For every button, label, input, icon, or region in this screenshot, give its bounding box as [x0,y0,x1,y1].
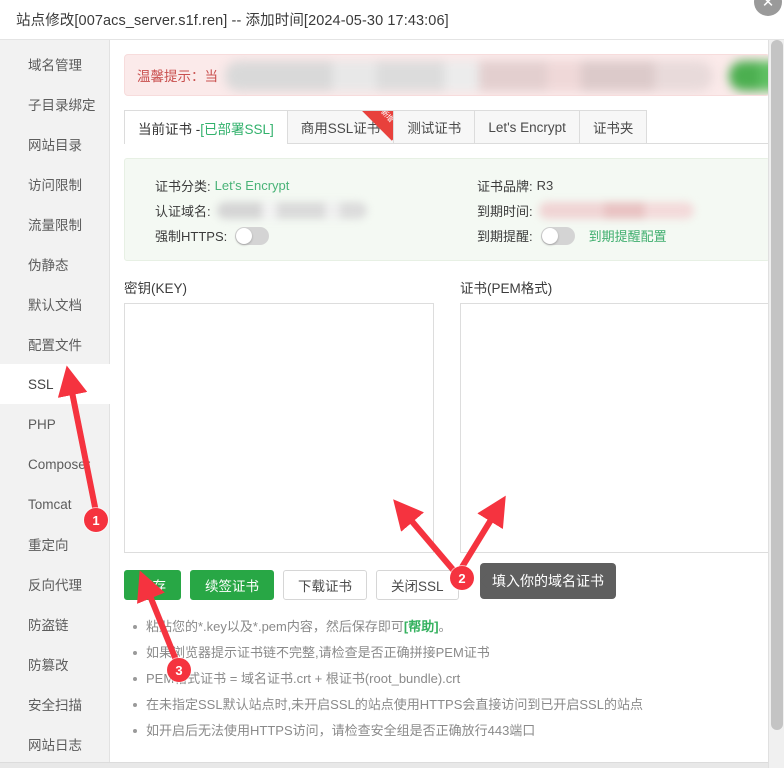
help-notes-list: 粘贴您的*.key以及*.pem内容，然后保存即可[帮助]。 如果浏览器提示证书… [124,614,770,744]
renew-cert-button[interactable]: 续签证书 [190,570,274,600]
force-https-row: 强制HTTPS: [155,223,447,248]
tab-test-cert[interactable]: 测试证书 [393,110,476,143]
sidebar-item-composer[interactable]: Composer [0,444,109,484]
tab-test-cert-label: 测试证书 [407,121,462,136]
save-button[interactable]: 保存 [124,570,181,600]
cert-expire-row: 到期时间: [477,198,769,223]
note-text: 如开启后无法使用HTTPS访问，请检查安全组是否正确放行443端口 [146,723,536,738]
cert-domain-label: 认证域名: [155,204,211,219]
alert-redacted-badge [729,61,769,91]
note-text: PEM格式证书 = 域名证书.crt + 根证书(root_bundle).cr… [146,671,461,686]
sidebar-item-tomcat[interactable]: Tomcat [0,484,109,524]
cert-expire-value-redacted [538,202,694,219]
certificate-info-right: 证书品牌: R3 到期时间: 到期提醒: 到期提醒配置 [447,173,769,248]
sidebar-item-webdir[interactable]: 网站目录 [0,124,109,164]
tab-commercial-ssl-label: 商用SSL证书 [300,121,381,136]
tab-commercial-ssl[interactable]: 商用SSL证书 新增 [286,110,395,143]
toggle-knob-icon [236,227,253,244]
sidebar-item-php[interactable]: PHP [0,404,109,444]
scrollbar-thumb[interactable] [771,40,783,730]
main-content: 温馨提示：当 当前证书 - [已部署SSL] 商用SSL证书 新增 测试证书 L… [110,40,784,762]
key-editor-label: 密钥(KEY) [124,281,188,296]
dialog-title: 站点修改[007acs_server.s1f.ren] -- 添加时间[2024… [16,13,449,29]
ssl-tabs: 当前证书 - [已部署SSL] 商用SSL证书 新增 测试证书 Let's En… [124,110,770,144]
sidebar-item-default-doc[interactable]: 默认文档 [0,284,109,324]
note-text: 粘贴您的*.key以及*.pem内容，然后保存即可 [146,619,404,634]
sidebar: 域名管理 子目录绑定 网站目录 访问限制 流量限制 伪静态 默认文档 配置文件 … [0,40,110,762]
expire-notice-config-link[interactable]: 到期提醒配置 [589,226,667,245]
list-item: PEM格式证书 = 域名证书.crt + 根证书(root_bundle).cr… [133,666,770,692]
close-ssl-button[interactable]: 关闭SSL [376,570,459,600]
sidebar-item-traffic-limit[interactable]: 流量限制 [0,204,109,244]
action-buttons: 保存 续签证书 下载证书 关闭SSL [124,570,770,600]
cert-category-label: 证书分类: [155,179,211,194]
expire-notice-toggle[interactable] [540,226,575,245]
cert-domain-value-redacted [216,202,367,219]
force-https-label: 强制HTTPS: [155,229,228,244]
list-item: 如开启后无法使用HTTPS访问，请检查安全组是否正确放行443端口 [133,718,770,744]
sidebar-item-anti-leech[interactable]: 防盗链 [0,604,109,644]
pem-editor-col: 证书(PEM格式) [460,277,770,558]
cert-brand-row: 证书品牌: R3 [477,173,769,198]
site-modify-dialog: 站点修改[007acs_server.s1f.ren] -- 添加时间[2024… [0,0,784,768]
cert-brand-value: R3 [536,178,554,193]
expire-notice-row: 到期提醒: 到期提醒配置 [477,223,769,248]
tab-lets-encrypt-label: Let's Encrypt [488,119,566,135]
sidebar-item-security-scan[interactable]: 安全扫描 [0,684,109,724]
warning-alert: 温馨提示：当 [124,54,770,96]
cert-expire-label: 到期时间: [477,204,533,219]
toggle-knob-icon [541,227,558,244]
tab-cert-folder-label: 证书夹 [592,121,634,136]
tab-lets-encrypt[interactable]: Let's Encrypt [474,110,580,143]
sidebar-item-ssl[interactable]: SSL [0,364,110,404]
list-item: 在未指定SSL默认站点时,未开启SSL的站点使用HTTPS会直接访问到已开启SS… [133,692,770,718]
dialog-titlebar: 站点修改[007acs_server.s1f.ren] -- 添加时间[2024… [0,0,784,40]
help-link[interactable]: [帮助] [404,619,439,634]
pem-editor-label: 证书(PEM格式) [460,281,553,296]
expire-notice-label: 到期提醒: [477,229,533,244]
tab-current-cert-status: [已部署SSL] [200,121,274,137]
cert-brand-label: 证书品牌: [477,179,533,194]
cert-category-row: 证书分类: Let's Encrypt [155,173,447,198]
list-item: 粘贴您的*.key以及*.pem内容，然后保存即可[帮助]。 [133,614,770,640]
tab-current-cert[interactable]: 当前证书 - [已部署SSL] [124,110,288,144]
dialog-body: 域名管理 子目录绑定 网站目录 访问限制 流量限制 伪静态 默认文档 配置文件 … [0,40,784,762]
sidebar-item-reverse-proxy[interactable]: 反向代理 [0,564,109,604]
download-cert-button[interactable]: 下载证书 [283,570,367,600]
cert-editors: 密钥(KEY) 证书(PEM格式) [124,277,770,558]
sidebar-item-domain[interactable]: 域名管理 [0,44,109,84]
sidebar-item-site-log[interactable]: 网站日志 [0,724,109,764]
sidebar-item-subdir[interactable]: 子目录绑定 [0,84,109,124]
alert-label: 温馨提示：当 [137,69,218,84]
force-https-toggle[interactable] [235,226,270,245]
certificate-info-panel: 证书分类: Let's Encrypt 认证域名: 强制HTTPS: 证书品牌: [124,158,770,261]
sidebar-item-redirect[interactable]: 重定向 [0,524,109,564]
vertical-scrollbar[interactable] [768,40,784,768]
list-item: 如果浏览器提示证书链不完整,请检查是否正确拼接PEM证书 [133,640,770,666]
note-text: 在未指定SSL默认站点时,未开启SSL的站点使用HTTPS会直接访问到已开启SS… [146,697,643,712]
alert-redacted-text [225,61,713,91]
sidebar-item-config-file[interactable]: 配置文件 [0,324,109,364]
sidebar-item-access-limit[interactable]: 访问限制 [0,164,109,204]
cert-domain-row: 认证域名: [155,198,447,223]
tab-current-cert-label: 当前证书 - [138,121,201,137]
note-text: 如果浏览器提示证书链不完整,请检查是否正确拼接PEM证书 [146,645,490,660]
close-icon[interactable]: ✕ [754,0,782,16]
tab-cert-folder[interactable]: 证书夹 [578,110,648,143]
sidebar-item-rewrite[interactable]: 伪静态 [0,244,109,284]
bottom-bar [0,762,784,768]
note-suffix: 。 [438,619,452,634]
cert-category-value: Let's Encrypt [214,178,290,193]
certificate-info-left: 证书分类: Let's Encrypt 认证域名: 强制HTTPS: [125,173,447,248]
pem-textarea[interactable] [460,303,770,553]
sidebar-item-anti-tamper[interactable]: 防篡改 [0,644,109,684]
key-textarea[interactable] [124,303,434,553]
key-editor-col: 密钥(KEY) [124,277,434,558]
